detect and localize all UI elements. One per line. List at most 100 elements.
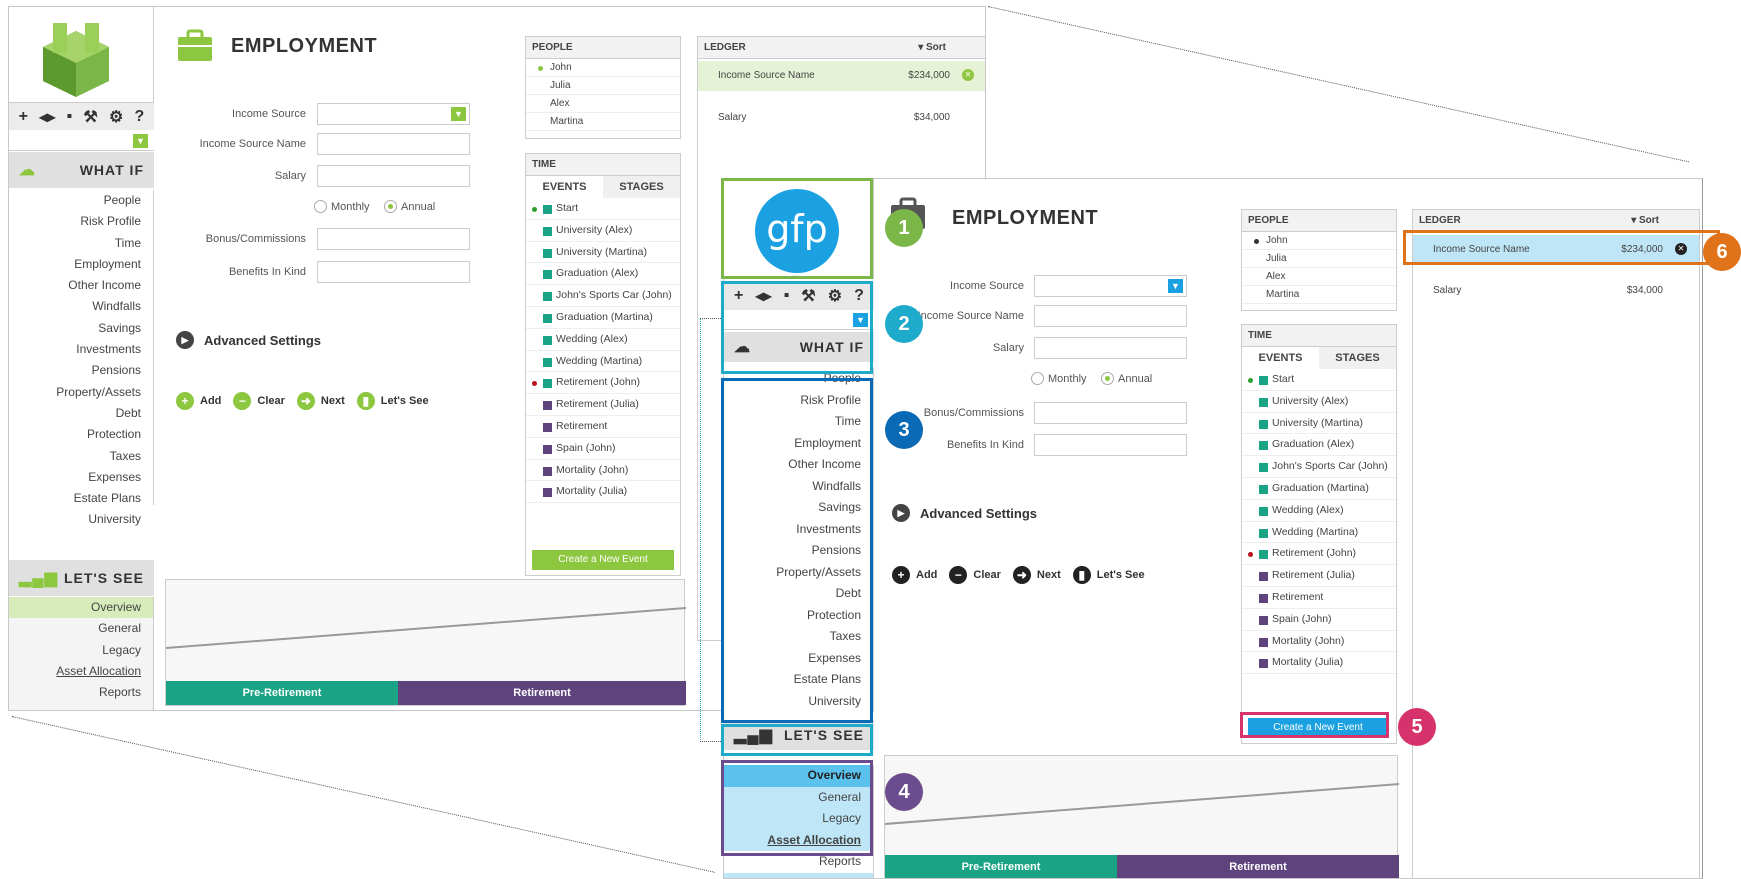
- annual-radio[interactable]: Annual: [1101, 372, 1152, 385]
- event-item[interactable]: John's Sports Car (John): [1242, 456, 1396, 478]
- event-item[interactable]: Retirement (John): [526, 372, 680, 395]
- annual-radio[interactable]: Annual: [384, 200, 435, 213]
- lets-see-button[interactable]: ▮ Let's See: [356, 392, 429, 410]
- ledger-row[interactable]: Income Source Name $234,000 ✕: [1413, 235, 1699, 265]
- person-julia[interactable]: Julia: [526, 77, 680, 95]
- event-item[interactable]: Start: [1242, 369, 1396, 391]
- nav-asset-allocation[interactable]: Asset Allocation: [9, 661, 153, 682]
- radio-circle[interactable]: [1031, 372, 1044, 385]
- nav-reports[interactable]: Reports: [9, 682, 153, 703]
- radio-circle-selected[interactable]: [384, 200, 397, 213]
- nav-legacy[interactable]: Legacy: [724, 808, 873, 830]
- bonus-field[interactable]: [1034, 402, 1187, 424]
- bonus-field[interactable]: [317, 228, 470, 250]
- person-julia[interactable]: Julia: [1242, 250, 1396, 268]
- person-martina[interactable]: Martina: [1242, 286, 1396, 304]
- navigate-icon[interactable]: ◂▸: [755, 286, 771, 306]
- nav-debt[interactable]: Debt: [724, 583, 873, 605]
- nav-asset-allocation[interactable]: Asset Allocation: [724, 830, 873, 852]
- nav-university[interactable]: University: [9, 509, 153, 530]
- nav-time[interactable]: Time: [724, 411, 873, 433]
- nav-risk-profile[interactable]: Risk Profile: [9, 211, 153, 232]
- remove-icon[interactable]: ✕: [1675, 243, 1687, 255]
- ledger-row[interactable]: Salary $34,000: [698, 103, 985, 133]
- event-item[interactable]: Start: [526, 198, 680, 220]
- nav-risk-profile[interactable]: Risk Profile: [724, 390, 873, 412]
- event-item[interactable]: Wedding (Alex): [1242, 500, 1396, 522]
- benefits-field[interactable]: [1034, 434, 1187, 456]
- sort-control[interactable]: ▾ Sort: [1631, 210, 1659, 232]
- tab-events[interactable]: EVENTS: [526, 176, 603, 198]
- salary-field[interactable]: [317, 165, 470, 187]
- nav-taxes[interactable]: Taxes: [9, 446, 153, 467]
- chevron-down-icon[interactable]: ▼: [451, 107, 466, 121]
- nav-general[interactable]: General: [9, 618, 153, 639]
- salary-field[interactable]: [1034, 337, 1187, 359]
- event-item[interactable]: Mortality (Julia): [1242, 652, 1396, 675]
- gear-icon[interactable]: ⚙: [828, 286, 842, 306]
- navigate-icon[interactable]: ◂▸: [39, 107, 55, 127]
- event-item[interactable]: University (Alex): [526, 220, 680, 242]
- nav-debt[interactable]: Debt: [9, 403, 153, 424]
- nav-pensions[interactable]: Pensions: [9, 360, 153, 381]
- event-item[interactable]: Retirement (John): [1242, 543, 1396, 566]
- help-icon[interactable]: ?: [135, 108, 145, 126]
- gear-icon[interactable]: ⚙: [109, 107, 123, 127]
- clear-button[interactable]: − Clear: [233, 392, 285, 410]
- lets-see-button[interactable]: ▮ Let's See: [1072, 566, 1145, 584]
- nav-property-assets[interactable]: Property/Assets: [9, 382, 153, 403]
- create-event-button[interactable]: Create a New Event: [532, 550, 674, 570]
- add-button[interactable]: + Add: [176, 392, 221, 410]
- nav-overview[interactable]: Overview: [724, 765, 873, 787]
- tab-stages[interactable]: STAGES: [603, 176, 680, 198]
- next-button[interactable]: ➜ Next: [296, 392, 345, 410]
- nav-other-income[interactable]: Other Income: [9, 275, 153, 296]
- add-icon[interactable]: +: [19, 108, 28, 126]
- next-button[interactable]: ➜ Next: [1012, 566, 1061, 584]
- tab-stages[interactable]: STAGES: [1319, 347, 1396, 369]
- event-item[interactable]: Mortality (John): [1242, 631, 1396, 653]
- person-alex[interactable]: Alex: [1242, 268, 1396, 286]
- event-item[interactable]: Retirement (Julia): [526, 394, 680, 416]
- nav-estate-plans[interactable]: Estate Plans: [724, 669, 873, 691]
- nav-savings[interactable]: Savings: [9, 318, 153, 339]
- event-item[interactable]: Retirement (Julia): [1242, 565, 1396, 587]
- event-item[interactable]: Graduation (Martina): [526, 307, 680, 329]
- tools-icon[interactable]: ⚒: [83, 107, 97, 127]
- event-item[interactable]: University (Martina): [1242, 413, 1396, 435]
- event-item[interactable]: John's Sports Car (John): [526, 285, 680, 307]
- nav-expenses[interactable]: Expenses: [724, 648, 873, 670]
- event-item[interactable]: Wedding (Martina): [1242, 522, 1396, 544]
- income-source-select[interactable]: ▼: [1034, 275, 1187, 297]
- nav-taxes[interactable]: Taxes: [724, 626, 873, 648]
- radio-circle[interactable]: [314, 200, 327, 213]
- scenario-dropdown[interactable]: ▼: [724, 310, 874, 330]
- nav-windfalls[interactable]: Windfalls: [9, 296, 153, 317]
- nav-pensions[interactable]: Pensions: [724, 540, 873, 562]
- advanced-settings-toggle[interactable]: ▶ Advanced Settings: [176, 331, 321, 349]
- event-item[interactable]: Retirement: [1242, 587, 1396, 609]
- nav-expenses[interactable]: Expenses: [9, 467, 153, 488]
- add-icon[interactable]: +: [734, 287, 743, 305]
- person-john[interactable]: John: [1242, 232, 1396, 250]
- create-event-button[interactable]: Create a New Event: [1248, 718, 1388, 738]
- person-alex[interactable]: Alex: [526, 95, 680, 113]
- event-item[interactable]: University (Alex): [1242, 391, 1396, 413]
- income-source-select[interactable]: ▼: [317, 103, 470, 125]
- ledger-row[interactable]: Income Source Name $234,000 ✕: [698, 61, 985, 91]
- chevron-down-icon[interactable]: ▼: [1168, 279, 1183, 293]
- nav-people[interactable]: People: [724, 368, 873, 390]
- add-button[interactable]: + Add: [892, 566, 937, 584]
- event-item[interactable]: Wedding (Alex): [526, 329, 680, 351]
- save-icon[interactable]: ▪: [784, 287, 790, 305]
- ledger-row[interactable]: Salary $34,000: [1413, 276, 1699, 306]
- radio-circle-selected[interactable]: [1101, 372, 1114, 385]
- nav-savings[interactable]: Savings: [724, 497, 873, 519]
- monthly-radio[interactable]: Monthly: [314, 200, 370, 213]
- nav-windfalls[interactable]: Windfalls: [724, 476, 873, 498]
- chevron-down-icon[interactable]: ▼: [133, 134, 148, 148]
- nav-legacy[interactable]: Legacy: [9, 640, 153, 661]
- income-source-name-field[interactable]: [1034, 305, 1187, 327]
- chevron-down-icon[interactable]: ▼: [853, 313, 868, 327]
- nav-university[interactable]: University: [724, 691, 873, 713]
